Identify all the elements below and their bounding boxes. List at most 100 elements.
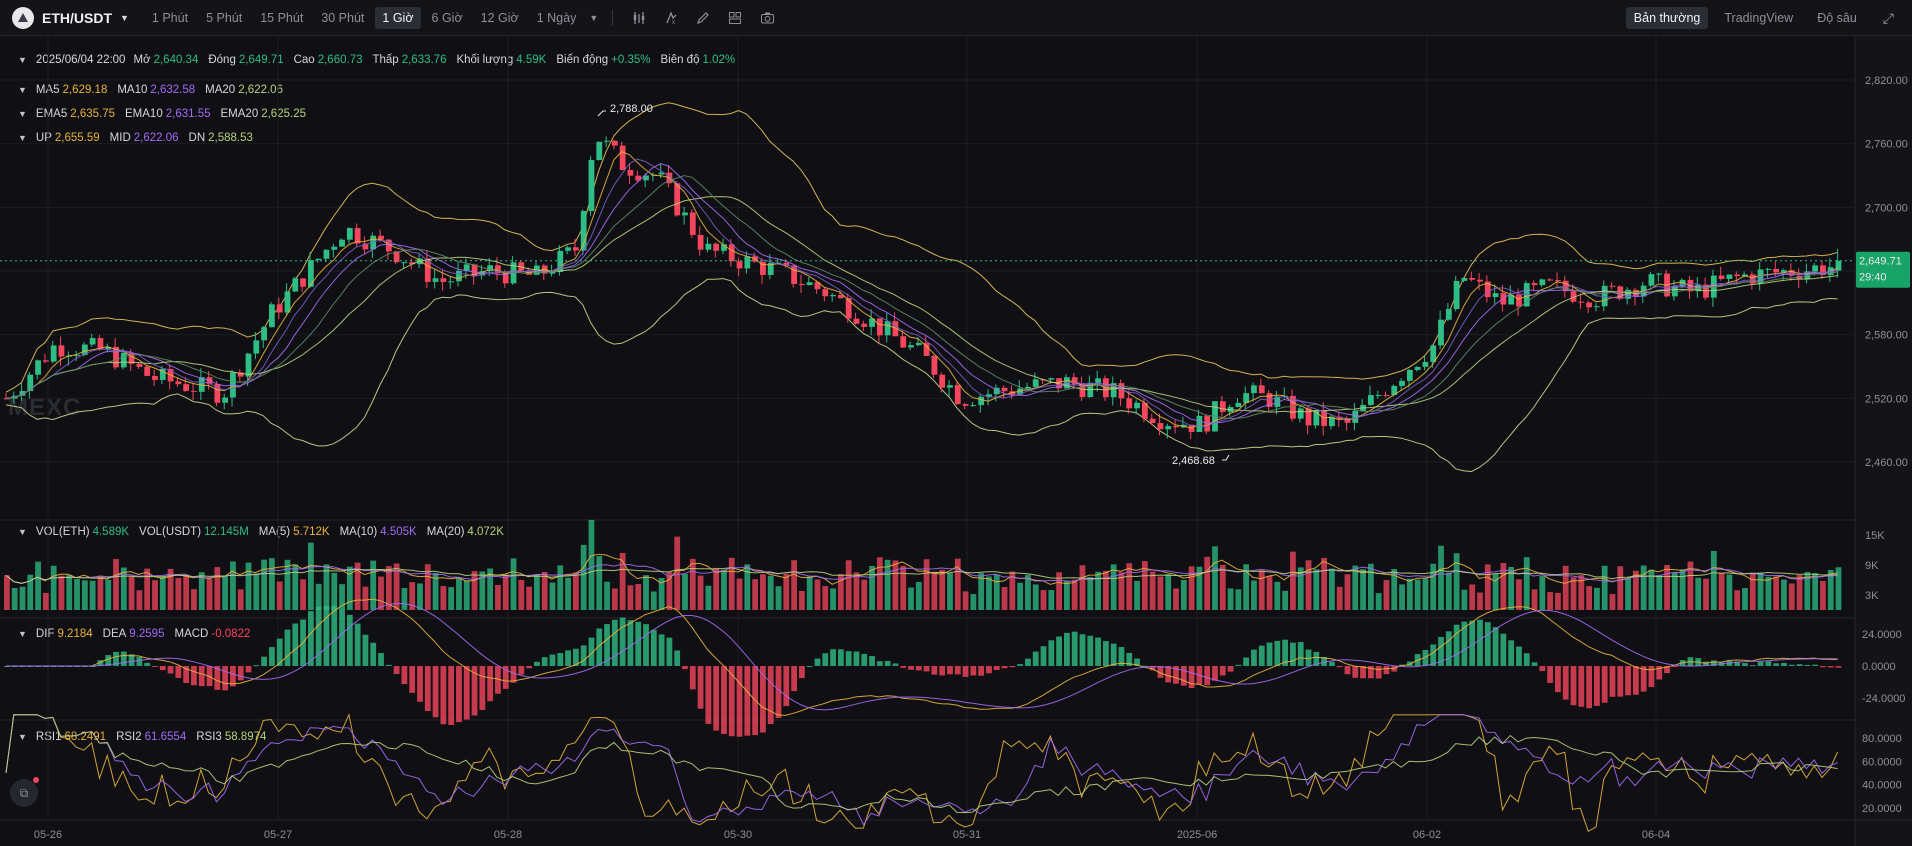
volume-bar xyxy=(721,569,727,610)
volume-bar xyxy=(401,587,408,610)
candle-body xyxy=(915,342,922,346)
macd-histogram xyxy=(4,605,1842,737)
volume-bar xyxy=(869,565,875,610)
volume-bar xyxy=(1414,579,1421,610)
volume-bar xyxy=(596,556,603,610)
candle-body xyxy=(1812,265,1819,272)
volume-bar xyxy=(1336,586,1343,610)
macd-bar xyxy=(385,664,392,666)
macd-bar xyxy=(307,611,314,666)
candle-body xyxy=(674,183,681,216)
volume-bar xyxy=(510,558,517,610)
macd-bar xyxy=(580,645,587,666)
candle-body xyxy=(1578,301,1585,303)
volume-bar xyxy=(276,581,283,610)
macd-bar xyxy=(175,666,182,678)
macd-bar xyxy=(643,624,649,666)
volume-bar xyxy=(1087,577,1094,610)
macd-bar xyxy=(783,666,790,707)
rsi-axis-label: 60.0000 xyxy=(1862,756,1902,768)
macd-bar xyxy=(1243,657,1250,666)
moving-averages xyxy=(5,151,1838,429)
price-axis-label: 2,520.00 xyxy=(1865,393,1908,405)
macd-bar xyxy=(767,666,774,725)
volume-bar xyxy=(526,586,532,610)
macd-bar xyxy=(463,666,470,720)
volume-bar xyxy=(666,572,673,610)
macd-bar xyxy=(658,634,665,666)
volume-bar xyxy=(1695,577,1702,610)
volume-bar xyxy=(1601,565,1608,610)
volume-bar xyxy=(674,536,681,610)
volume-bar xyxy=(74,578,80,610)
layers-icon[interactable]: ⧉ xyxy=(10,779,38,807)
volume-bar xyxy=(853,572,860,610)
macd-bar xyxy=(1445,631,1452,666)
volume-bar xyxy=(245,562,252,610)
macd-bar xyxy=(970,666,977,676)
axes: 2,649.71 29:40 2,788.00 2,468.68 2,820.00 2,7… xyxy=(0,75,1910,841)
volume-bar xyxy=(19,586,26,610)
macd-bar xyxy=(1251,649,1257,666)
volume-bar xyxy=(915,582,922,610)
candle-body xyxy=(830,295,836,297)
candle-body xyxy=(339,239,345,247)
candle-body xyxy=(1157,423,1164,430)
candle-body xyxy=(1492,293,1499,298)
candle-body xyxy=(1547,279,1554,281)
candle-body xyxy=(1531,283,1538,286)
volume-bar xyxy=(1040,590,1047,610)
candle-body xyxy=(191,390,197,392)
macd-bar xyxy=(650,629,657,666)
macd-bar xyxy=(362,634,369,666)
volume-bar xyxy=(635,584,642,610)
notification-dot xyxy=(33,777,39,783)
macd-bar xyxy=(619,617,626,666)
candle-body xyxy=(588,159,595,212)
volume-bar xyxy=(954,558,961,610)
volume-bar xyxy=(1539,576,1546,610)
macd-bar xyxy=(1500,633,1507,666)
macd-bar xyxy=(526,666,532,669)
candle-body xyxy=(89,338,96,345)
volume-bar xyxy=(471,571,478,610)
volume-bar xyxy=(463,580,470,610)
chart-canvas[interactable]: 2,649.71 29:40 2,788.00 2,468.68 2,820.00 2,7… xyxy=(0,0,1912,846)
macd-bar xyxy=(315,606,322,666)
volume-bar xyxy=(1204,556,1211,610)
macd-bar xyxy=(947,666,953,675)
macd-bar xyxy=(487,666,494,702)
macd-bar xyxy=(284,629,291,666)
macd-bar xyxy=(424,666,431,712)
macd-bar xyxy=(323,606,330,666)
macd-bar xyxy=(1492,627,1499,666)
macd-bar xyxy=(456,666,462,723)
volume-bar xyxy=(1180,579,1187,610)
volume-bar xyxy=(1555,592,1561,610)
volume-bar xyxy=(565,577,571,610)
macd-bar xyxy=(674,650,681,666)
macd-bar xyxy=(1796,664,1803,666)
candle-body xyxy=(1126,398,1133,409)
macd-bar xyxy=(1344,666,1351,675)
volume-bar xyxy=(1032,584,1039,610)
macd-bar xyxy=(1001,666,1008,669)
candle-body xyxy=(1414,366,1421,370)
volume-bar xyxy=(1609,594,1616,610)
macd-bar xyxy=(799,666,805,679)
ma10-line xyxy=(5,163,1838,424)
candle-body xyxy=(120,352,127,368)
candle-body xyxy=(1251,385,1257,394)
volume-bar xyxy=(876,557,883,610)
volume-bar xyxy=(175,578,182,610)
volume-bar xyxy=(580,544,587,610)
volume-bar xyxy=(1274,581,1281,610)
volume-bar xyxy=(923,559,930,610)
macd-bar xyxy=(1477,619,1483,666)
candle-body xyxy=(931,355,938,375)
volume-bar xyxy=(495,585,501,610)
volume-bar xyxy=(159,576,166,610)
macd-bar xyxy=(479,666,486,710)
volume-bar xyxy=(822,586,829,610)
candle-body xyxy=(1173,426,1179,428)
